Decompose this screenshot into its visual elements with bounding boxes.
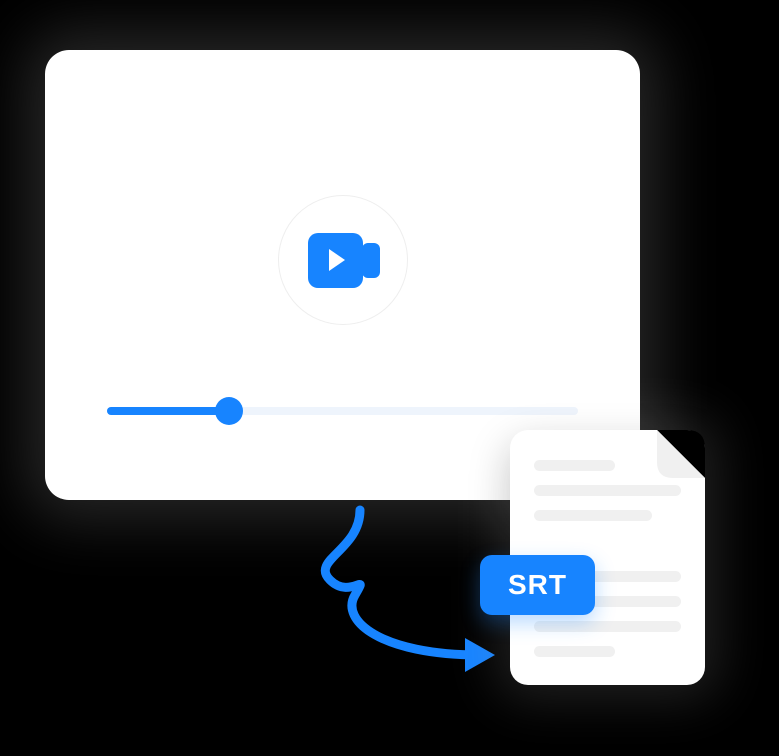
- play-button-circle[interactable]: [278, 195, 408, 325]
- arrow-head-icon: [465, 638, 495, 672]
- video-camera-icon: [308, 233, 378, 288]
- srt-badge-label: SRT: [508, 569, 567, 601]
- camera-lens: [362, 243, 380, 278]
- play-triangle-icon: [329, 249, 345, 271]
- file-text-line: [534, 485, 681, 496]
- file-text-line: [534, 646, 615, 657]
- srt-badge: SRT: [480, 555, 595, 615]
- video-progress-fill: [107, 407, 229, 415]
- video-progress-track[interactable]: [107, 407, 578, 415]
- file-text-line: [534, 460, 615, 471]
- file-text-line: [534, 510, 652, 521]
- file-fold-icon: [657, 430, 705, 478]
- video-progress-thumb[interactable]: [215, 397, 243, 425]
- camera-body: [308, 233, 363, 288]
- arrow-curve-icon: [325, 510, 480, 655]
- file-text-line: [534, 621, 681, 632]
